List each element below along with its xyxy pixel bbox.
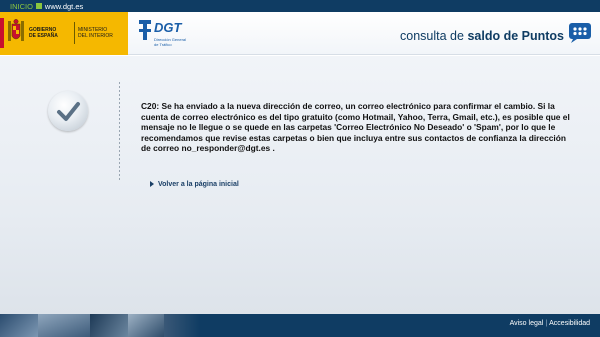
app-title-light: consulta de (400, 29, 464, 43)
site-url: www.dgt.es (44, 1, 84, 11)
confirmation-message: C20: Se ha enviado a la nueva dirección … (141, 101, 570, 154)
footer: Aviso legal | Accesibilidad (0, 314, 600, 337)
footer-photo (164, 314, 200, 337)
triangle-right-icon (150, 181, 154, 187)
dgt-name: DGT (154, 20, 182, 35)
app-title-bold: saldo de Puntos (467, 29, 564, 43)
logo-divider (74, 22, 75, 44)
government-label: GOBIERNO DE ESPAÑA (29, 27, 58, 39)
footer-photo (90, 314, 128, 337)
dgt-mark-icon (139, 20, 151, 40)
separator-square-icon (35, 3, 42, 9)
footer-photo-strip (0, 314, 200, 337)
ministry-label: MINISTERIO DEL INTERIOR (78, 27, 113, 39)
footer-photo (128, 314, 164, 337)
link-separator: | (545, 320, 548, 327)
dgt-subtitle: Dirección General de Tráfico (154, 37, 187, 47)
dgt-logo[interactable]: DGT Dirección General de Tráfico (138, 18, 198, 50)
dotted-divider (119, 82, 120, 182)
government-logo-block: GOBIERNO DE ESPAÑA MINISTERIO DEL INTERI… (0, 12, 128, 55)
legal-notice-link[interactable]: Aviso legal (510, 320, 544, 327)
back-to-home-link[interactable]: Volver a la página inicial (158, 181, 239, 188)
app-title: consulta de saldo de Puntos (400, 29, 564, 43)
accessibility-link[interactable]: Accesibilidad (549, 320, 590, 327)
main-content: C20: Se ha enviado a la nueva dirección … (0, 56, 600, 314)
footer-photo (0, 314, 38, 337)
flag-stripe (0, 18, 4, 48)
check-icon (48, 91, 88, 131)
footer-photo (38, 314, 90, 337)
coat-of-arms-icon (8, 19, 24, 41)
top-bar: INICIO www.dgt.es (0, 0, 600, 12)
home-link[interactable]: INICIO (10, 2, 33, 11)
chat-bubble-icon (569, 23, 591, 43)
header: GOBIERNO DE ESPAÑA MINISTERIO DEL INTERI… (0, 12, 600, 55)
footer-links: Aviso legal | Accesibilidad (510, 320, 590, 327)
